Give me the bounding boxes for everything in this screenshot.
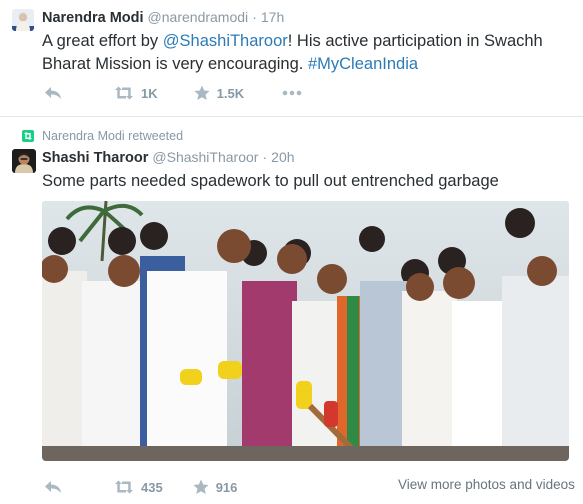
- like-count: 916: [215, 479, 238, 495]
- author-name[interactable]: Shashi Tharoor: [42, 150, 148, 166]
- retweet-badge-icon: [22, 130, 34, 142]
- avatar[interactable]: [12, 149, 36, 173]
- separator-dot: ·: [262, 149, 268, 165]
- tweet-actions: 435 916: [44, 477, 265, 497]
- like-button[interactable]: 916: [193, 479, 238, 495]
- retweet-button[interactable]: 435: [114, 480, 163, 495]
- mention-link[interactable]: @ShashiTharoor: [163, 32, 288, 50]
- author-handle[interactable]: @ShashiTharoor: [152, 149, 258, 165]
- reply-button[interactable]: [44, 480, 62, 494]
- retweet-count: 1K: [141, 85, 158, 101]
- hashtag-link[interactable]: #MyCleanIndia: [308, 55, 418, 73]
- tweet-header: Narendra Modi @narendramodi · 17h: [42, 9, 284, 26]
- separator-dot: ·: [252, 9, 257, 25]
- cleanup-crowd-photo: [42, 201, 569, 461]
- like-button[interactable]: 1.5K: [194, 85, 244, 101]
- retweet-context: Narendra Modi retweeted: [22, 129, 183, 143]
- avatar[interactable]: [12, 9, 34, 31]
- more-dots-icon: [282, 90, 302, 96]
- retweet-icon: [115, 86, 133, 100]
- retweet-context-text[interactable]: Narendra Modi retweeted: [42, 129, 183, 143]
- author-name[interactable]: Narendra Modi: [42, 10, 144, 26]
- star-icon: [194, 85, 210, 100]
- like-count: 1.5K: [216, 85, 245, 101]
- star-icon: [193, 479, 209, 494]
- tweet-text: Some parts needed spadework to pull out …: [42, 172, 499, 190]
- text-segment: A great effort by: [42, 32, 163, 50]
- author-handle[interactable]: @narendramodi: [148, 9, 249, 25]
- retweet-count: 435: [141, 479, 163, 495]
- view-more-photos-link[interactable]: View more photos and videos: [398, 477, 575, 492]
- timestamp[interactable]: 17h: [261, 9, 284, 25]
- reply-button[interactable]: [44, 86, 62, 100]
- retweet-button[interactable]: 1K: [114, 86, 158, 101]
- retweet-icon: [115, 480, 133, 494]
- tweet-text: A great effort by @ShashiTharoor! His ac…: [42, 30, 562, 76]
- reply-icon: [45, 87, 61, 99]
- tweet-actions: 1K 1.5K: [44, 83, 330, 103]
- reply-icon: [45, 481, 61, 493]
- tweet-header: Shashi Tharoor @ShashiTharoor · 20h: [42, 149, 295, 166]
- timestamp[interactable]: 20h: [271, 149, 294, 165]
- more-button[interactable]: [282, 90, 302, 96]
- tweet-narendra-modi: Narendra Modi @narendramodi · 17h A grea…: [0, 0, 583, 117]
- tweet-photo[interactable]: [42, 201, 569, 461]
